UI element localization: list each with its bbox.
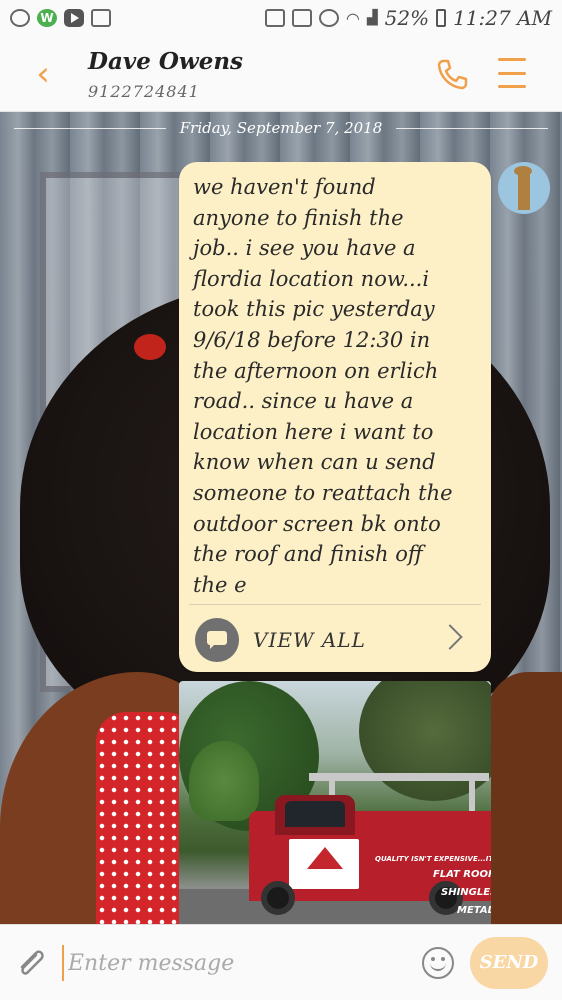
message-bubble[interactable]: we haven't found anyone to finish the jo… [179, 162, 491, 672]
image-attachment[interactable]: QUALITY ISN'T EXPENSIVE...IT'S PRICELE F… [179, 681, 491, 924]
giraffe-icon [514, 166, 532, 210]
image-notification-icon [91, 9, 111, 27]
date-divider: Friday, September 7, 2018 [0, 116, 562, 140]
bubble-divider [189, 604, 481, 605]
chevron-left-icon: ‹ [36, 54, 50, 94]
conversation-header: ‹ Dave Owens 9122724841 [0, 36, 562, 112]
message-input[interactable] [62, 945, 402, 981]
status-bar: W ◠ ▟ 52% 11:27 AM [0, 0, 562, 36]
status-right: ◠ ▟ 52% 11:27 AM [264, 6, 552, 30]
app-notification-icon: W [37, 9, 57, 27]
wifi-icon: ◠ [345, 8, 360, 28]
hamburger-icon [498, 58, 526, 61]
truck-text-metal: METAL [457, 905, 491, 916]
youtube-notification-icon [64, 9, 84, 27]
truck-text-flat-roofs: FLAT ROOFS [433, 869, 491, 880]
chat-notification-icon [10, 9, 30, 27]
battery-icon [436, 9, 447, 27]
emoji-button[interactable] [422, 947, 454, 979]
message-composer: SEND [0, 924, 562, 1000]
date-divider-text: Friday, September 7, 2018 [179, 119, 383, 137]
contact-number: 9122724841 [88, 82, 200, 101]
battery-percent: 52% [384, 6, 430, 30]
contact-name[interactable]: Dave Owens [88, 48, 243, 75]
alarm-icon [318, 9, 339, 27]
view-all-button[interactable]: VIEW ALL [189, 614, 481, 666]
signal-icon: ▟ [366, 10, 378, 26]
avatar[interactable] [498, 162, 550, 214]
chevron-right-icon [437, 624, 463, 650]
send-button[interactable]: SEND [470, 937, 548, 989]
clock: 11:27 AM [453, 6, 552, 30]
attach-button[interactable] [14, 945, 48, 981]
company-logo [307, 847, 343, 869]
status-left: W [10, 9, 111, 27]
phone-icon [437, 59, 468, 90]
call-button[interactable] [434, 56, 470, 92]
menu-button[interactable] [498, 58, 526, 88]
back-button[interactable]: ‹ [26, 54, 60, 94]
truck-text-shingles: SHINGLES [441, 887, 491, 898]
paperclip-icon [20, 950, 44, 975]
recycle-icon [264, 9, 285, 27]
truck-tagline: QUALITY ISN'T EXPENSIVE...IT'S PRICELE [375, 855, 491, 863]
message-icon [195, 618, 239, 662]
view-all-label: VIEW ALL [253, 628, 366, 652]
message-text: we haven't found anyone to finish the jo… [193, 175, 453, 597]
nfc-icon [291, 9, 312, 27]
